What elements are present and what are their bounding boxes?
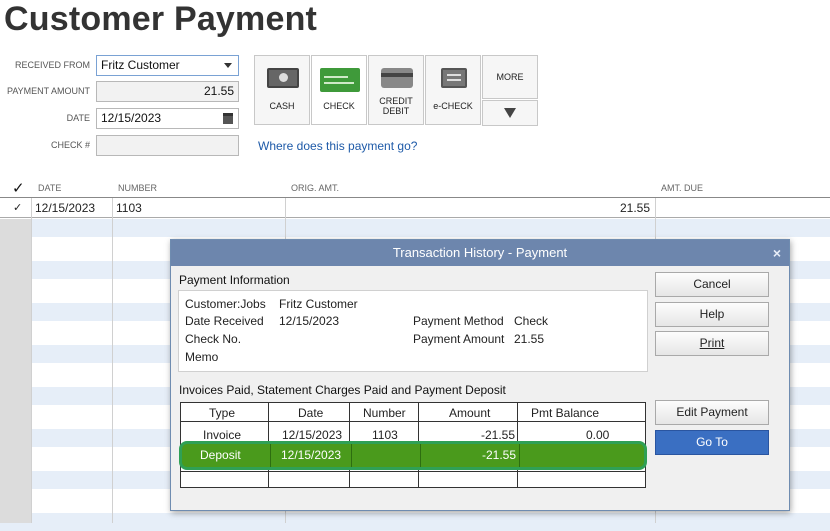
more-label: MORE bbox=[496, 72, 524, 82]
table-header: ✓ DATE NUMBER ORIG. AMT. AMT. DUE bbox=[0, 178, 830, 198]
payment-info-heading: Payment Information bbox=[179, 273, 290, 287]
dialog-title: Transaction History - Payment bbox=[392, 245, 568, 260]
more-button[interactable]: MORE bbox=[482, 55, 538, 99]
calendar-icon[interactable] bbox=[223, 113, 233, 124]
column-divider bbox=[31, 198, 32, 523]
number-column-header: Number bbox=[363, 406, 406, 420]
pmt-balance-column-header: Pmt Balance bbox=[531, 406, 600, 420]
check-icon bbox=[320, 68, 360, 92]
customer-value: Fritz Customer bbox=[279, 297, 358, 311]
memo-label: Memo bbox=[185, 350, 219, 364]
cash-label: CASH bbox=[269, 101, 295, 111]
payment-amount-value: 21.55 bbox=[203, 84, 234, 98]
triangle-down-icon bbox=[504, 108, 516, 118]
more-dropdown-button[interactable] bbox=[482, 100, 538, 126]
check-button[interactable]: CHECK bbox=[311, 55, 367, 125]
row-date: 12/15/2023 bbox=[282, 428, 343, 442]
row-amount: -21.55 bbox=[481, 448, 516, 462]
dialog-title-bar[interactable]: Transaction History - Payment × bbox=[171, 240, 789, 266]
row-gutter bbox=[0, 219, 31, 523]
cancel-button[interactable]: Cancel bbox=[655, 272, 769, 297]
row-date: 12/15/2023 bbox=[281, 448, 342, 462]
row-number: 1103 bbox=[116, 201, 142, 215]
payment-amount-label: PAYMENT AMOUNT bbox=[6, 86, 90, 96]
date-column-header[interactable]: DATE bbox=[38, 183, 61, 193]
payment-destination-link[interactable]: Where does this payment go? bbox=[258, 139, 417, 153]
row-checkmark-icon[interactable]: ✓ bbox=[13, 201, 22, 214]
cash-icon bbox=[267, 68, 299, 88]
selected-deposit-row[interactable]: Deposit 12/15/2023 -21.55 bbox=[179, 441, 647, 470]
type-column-header: Type bbox=[209, 406, 236, 420]
check-label: CHECK bbox=[323, 101, 355, 111]
echeck-icon bbox=[441, 68, 467, 88]
invoices-heading: Invoices Paid, Statement Charges Paid an… bbox=[179, 383, 506, 397]
check-no-label: Check No. bbox=[185, 332, 242, 346]
credit-card-icon bbox=[381, 68, 413, 88]
chevron-down-icon[interactable] bbox=[224, 63, 232, 68]
empty-row bbox=[0, 219, 830, 237]
orig-amt-column-header[interactable]: ORIG. AMT. bbox=[291, 183, 339, 193]
print-button[interactable]: Print bbox=[655, 331, 769, 356]
date-column-header: Date bbox=[298, 406, 324, 420]
credit-debit-button[interactable]: CREDIT DEBIT bbox=[368, 55, 424, 125]
column-divider bbox=[112, 198, 113, 523]
empty-row bbox=[0, 513, 830, 531]
amount-column-header: Amount bbox=[449, 406, 491, 420]
page-title: Customer Payment bbox=[4, 0, 318, 38]
echeck-label: e-CHECK bbox=[433, 101, 473, 111]
row-pmt-balance: 0.00 bbox=[586, 428, 610, 442]
row-amount: -21.55 bbox=[480, 428, 515, 442]
date-received-label: Date Received bbox=[185, 314, 264, 328]
help-button[interactable]: Help bbox=[655, 302, 769, 327]
payment-amount-value: 21.55 bbox=[514, 332, 545, 346]
payment-method-label: Payment Method bbox=[413, 314, 504, 328]
transaction-history-dialog: Transaction History - Payment × Payment … bbox=[170, 239, 790, 511]
check-number-field[interactable] bbox=[96, 135, 239, 156]
close-icon[interactable]: × bbox=[773, 240, 781, 266]
payment-amount-field[interactable]: 21.55 bbox=[96, 81, 239, 102]
received-from-label: RECEIVED FROM bbox=[14, 60, 90, 70]
payment-method-value: Check bbox=[514, 314, 549, 328]
credit-debit-label: CREDIT DEBIT bbox=[379, 96, 413, 116]
edit-payment-button[interactable]: Edit Payment bbox=[655, 400, 769, 425]
customer-label: Customer:Jobs bbox=[185, 297, 266, 311]
row-type: Invoice bbox=[203, 428, 242, 442]
go-to-button[interactable]: Go To bbox=[655, 430, 769, 455]
number-column-header[interactable]: NUMBER bbox=[118, 183, 157, 193]
row-number: 1103 bbox=[372, 428, 398, 442]
date-received-value: 12/15/2023 bbox=[279, 314, 340, 328]
received-from-value: Fritz Customer bbox=[101, 58, 180, 72]
cash-button[interactable]: CASH bbox=[254, 55, 310, 125]
date-label: DATE bbox=[66, 113, 90, 123]
row-type: Deposit bbox=[200, 448, 241, 462]
check-column-header[interactable]: ✓ bbox=[12, 179, 25, 197]
row-date: 12/15/2023 bbox=[35, 201, 96, 215]
date-value: 12/15/2023 bbox=[101, 111, 162, 125]
echeck-button[interactable]: e-CHECK bbox=[425, 55, 481, 125]
date-field[interactable]: 12/15/2023 bbox=[96, 108, 239, 129]
row-orig-amt: 21.55 bbox=[619, 201, 650, 215]
payment-amount-label: Payment Amount bbox=[413, 332, 505, 346]
table-row[interactable]: ✓ 12/15/2023 1103 21.55 bbox=[0, 198, 830, 218]
payment-info-box: Customer:Jobs Fritz Customer Date Receiv… bbox=[178, 290, 648, 372]
amt-due-column-header[interactable]: AMT. DUE bbox=[661, 183, 703, 193]
received-from-dropdown[interactable]: Fritz Customer bbox=[96, 55, 239, 76]
check-number-label: CHECK # bbox=[50, 140, 90, 150]
